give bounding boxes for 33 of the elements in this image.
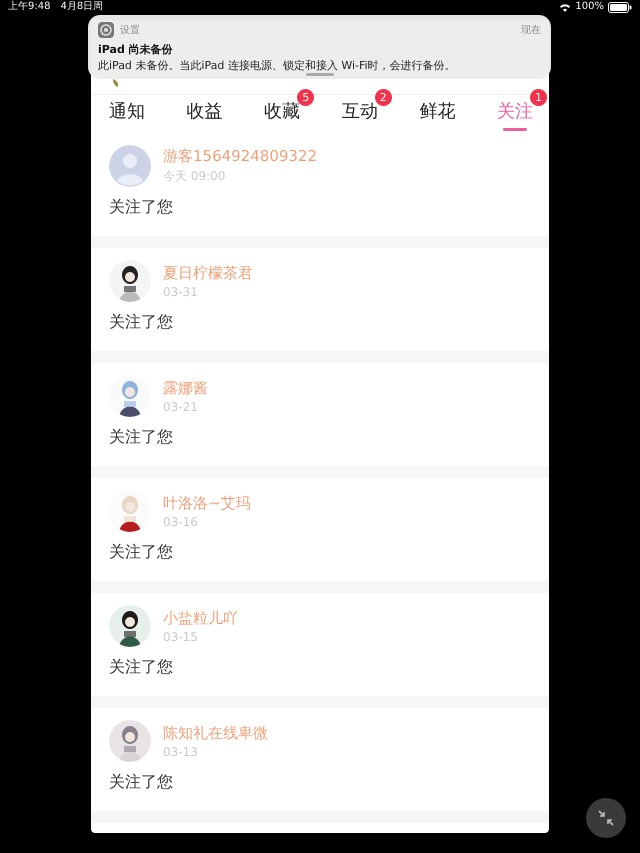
follow-message: 关注了您 <box>109 197 173 218</box>
gear-icon <box>98 22 114 38</box>
status-time: 上午9:48 <box>8 0 50 14</box>
count-badge: 1 <box>530 89 547 106</box>
collapse-icon <box>597 809 615 827</box>
notification-time: 现在 <box>521 24 541 37</box>
user-name[interactable]: 叶洛洛~艾玛 <box>163 494 251 512</box>
minimize-button[interactable] <box>586 798 626 838</box>
follow-message: 关注了您 <box>109 542 173 563</box>
count-badge: 5 <box>297 89 314 106</box>
notification-app: 设置 <box>120 24 140 37</box>
user-name[interactable]: 游客1564924809322 <box>163 147 318 166</box>
tab[interactable]: 收益 <box>178 95 231 131</box>
follow-message: 关注了您 <box>109 427 173 448</box>
notification-title: iPad 尚未备份 <box>98 42 173 57</box>
notification-body: 此iPad 未备份。当此iPad 连接电源、锁定和接入 Wi-Fi时，会进行备份。 <box>98 58 457 73</box>
user-name[interactable]: 小盐粒儿吖 <box>163 608 238 628</box>
avatar-icon <box>109 145 151 187</box>
follow-message: 关注了您 <box>109 312 173 333</box>
battery-icon <box>608 2 632 12</box>
count-badge: 2 <box>374 89 392 106</box>
user-name[interactable]: 夏日柠檬茶君 <box>163 264 253 282</box>
notification-banner[interactable]: 设置 现在 iPad 尚未备份 此iPad 未备份。当此iPad 连接电源、锁定和接入 Wi-Fi时，会进行备份。 <box>88 15 551 79</box>
leaf-icon[interactable] <box>111 78 121 88</box>
tab[interactable]: 鲜花 <box>411 95 464 131</box>
user-name[interactable]: 露娜酱 <box>163 378 208 398</box>
user-name[interactable]: 陈知礼在线卑微 <box>163 724 268 742</box>
follow-message: 关注了您 <box>109 772 173 793</box>
tab[interactable]: 通知 <box>101 95 153 131</box>
wifi-icon <box>559 2 572 12</box>
battery-percent: 100% <box>575 0 604 14</box>
status-date: 4月8日周 <box>60 0 104 14</box>
follow-message: 关注了您 <box>109 657 173 678</box>
